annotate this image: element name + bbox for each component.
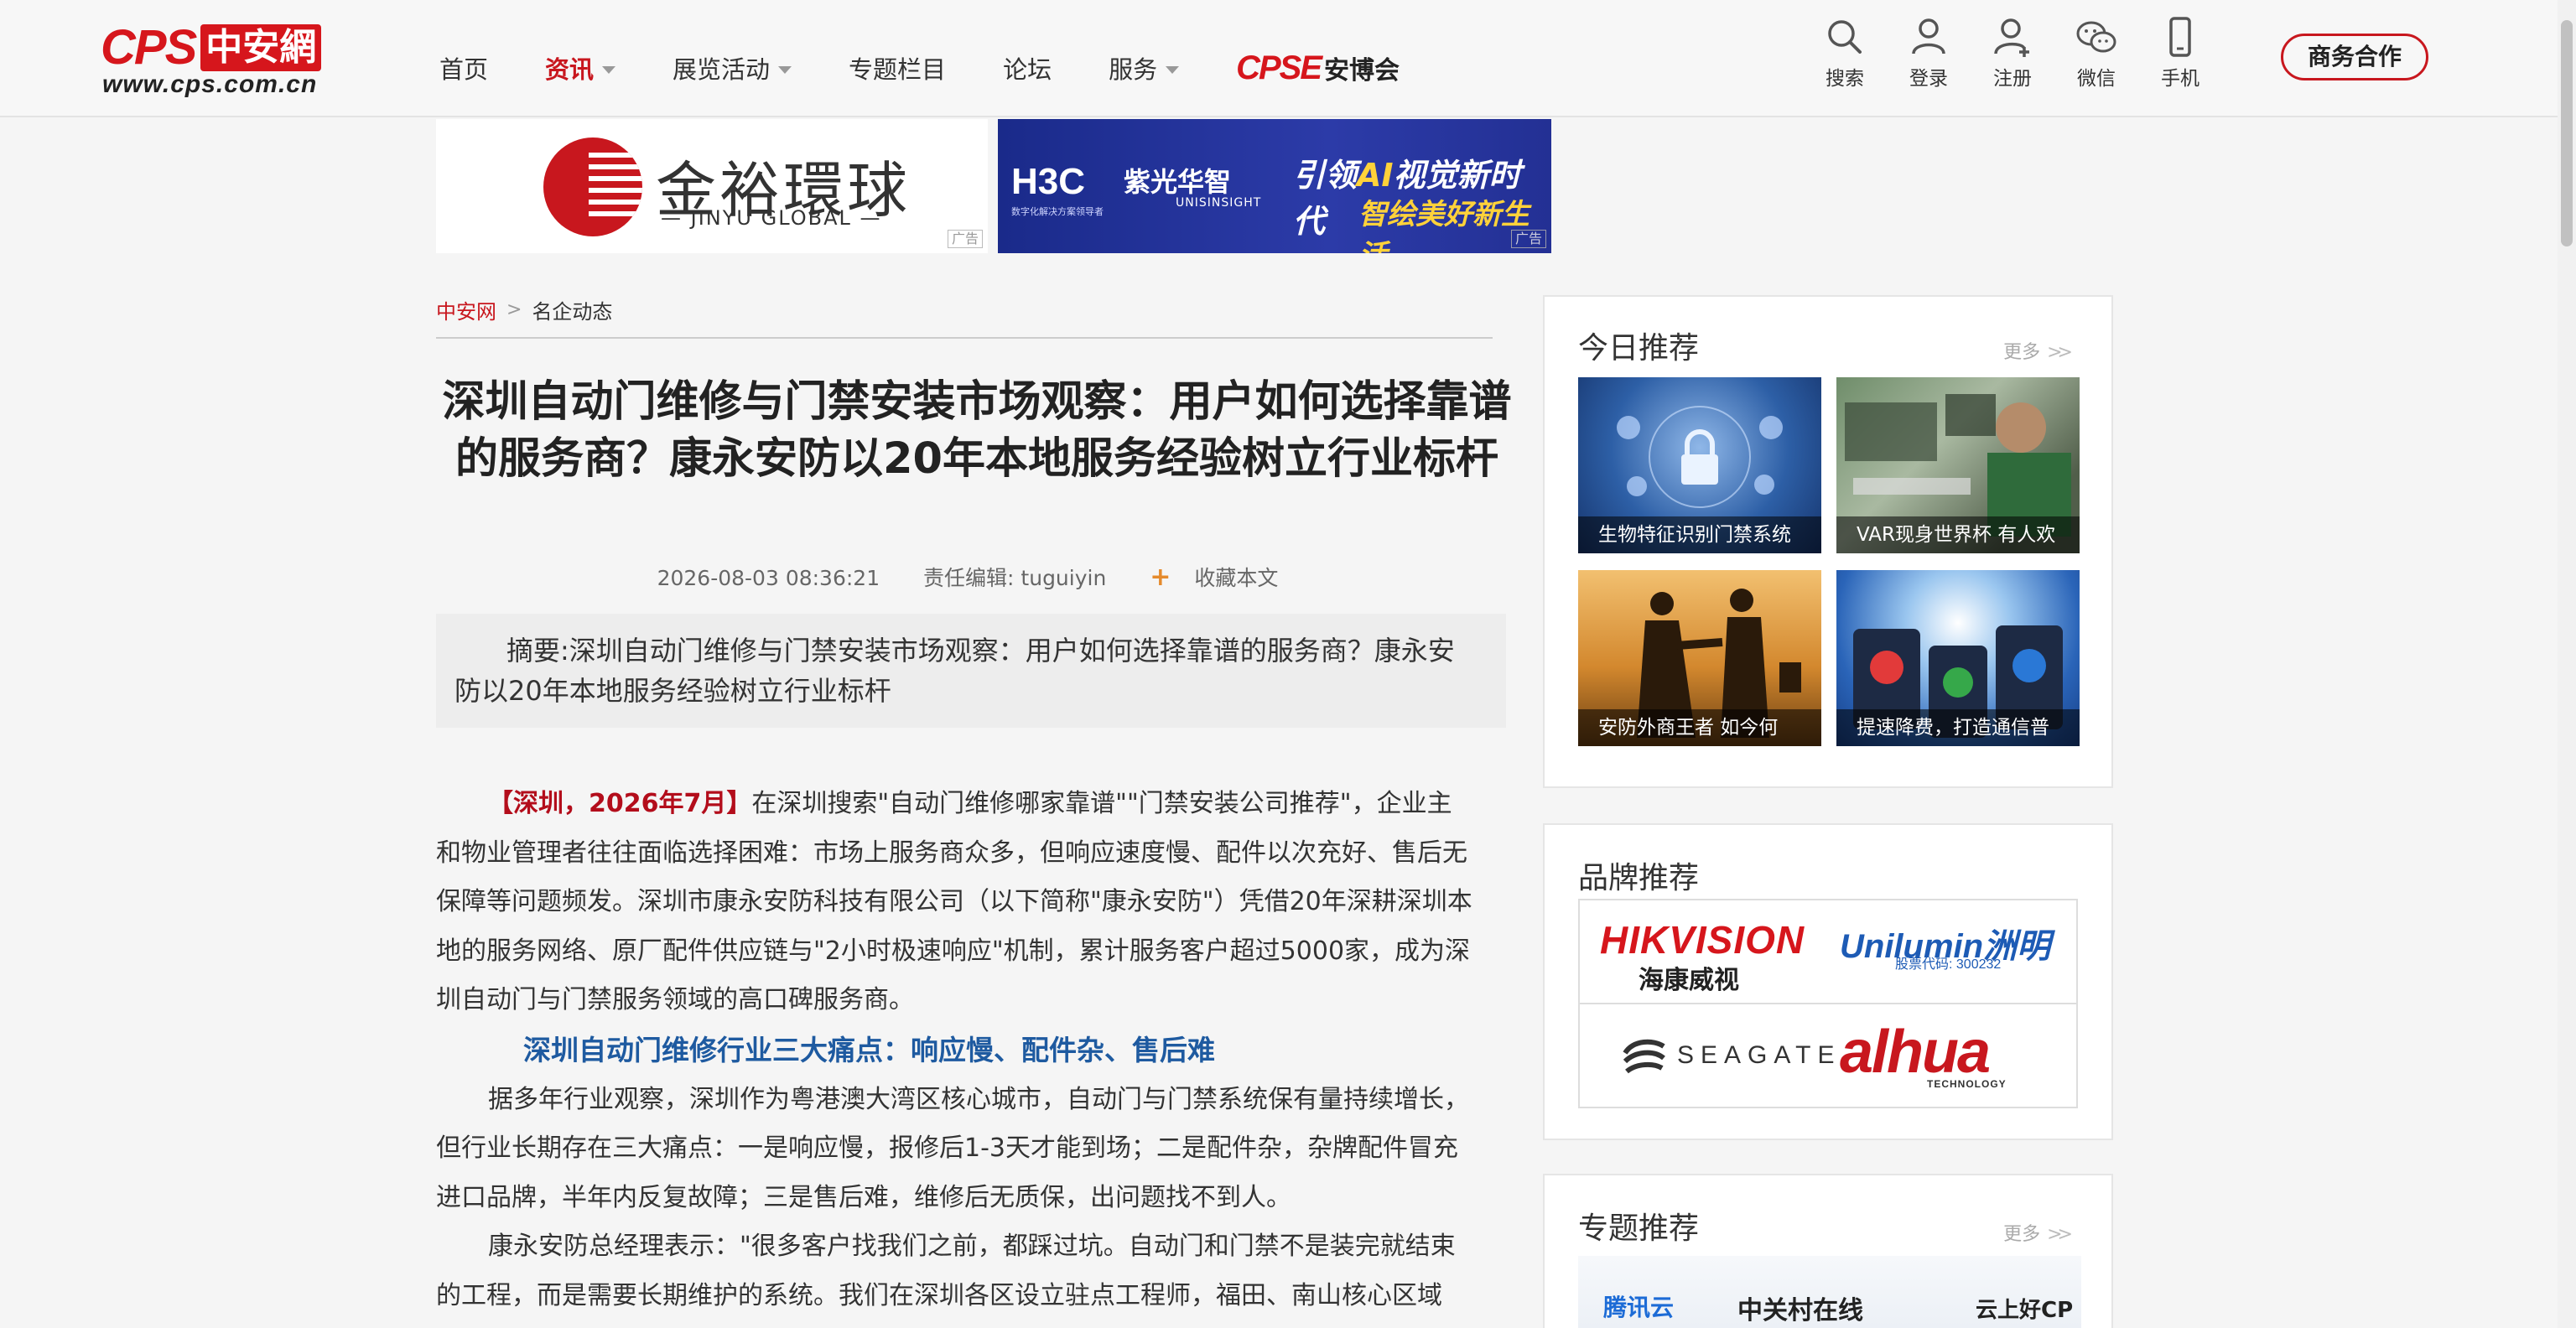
more-link[interactable]: 更多 >>	[2003, 337, 2073, 364]
tool-label: 搜索	[1826, 68, 1864, 90]
ad-banner-jinyu[interactable]: 金裕環球 — JINYU GLOBAL — 广告	[436, 119, 988, 253]
article-paragraph: 【深圳，2026年7月】在深圳搜索"自动门维修哪家靠谱""门禁安装公司推荐"，企…	[436, 789, 1472, 1014]
panel-title: 今日推荐	[1578, 331, 1700, 366]
brand-dahua-sub: TECHNOLOGY	[1927, 1078, 2007, 1090]
article-subheading: 深圳自动门维修行业三大痛点：响应慢、配件杂、售后难	[523, 1033, 1215, 1066]
page-scrollbar[interactable]	[2558, 0, 2576, 1328]
recommend-item[interactable]: 安防外商王者 如今何	[1578, 570, 1821, 746]
nav-forum[interactable]: 论坛	[1003, 50, 1052, 86]
ad-banner-h3c[interactable]: H3C 数字化解决方案领导者 紫光华智 UNISINSIGHT 引领AI视觉新时…	[998, 119, 1551, 253]
recommend-item[interactable]: 生物特征识别门禁系统	[1578, 377, 1821, 553]
tool-search[interactable]: 搜索	[1803, 15, 1887, 91]
seagate-logo-icon	[1623, 1039, 1665, 1074]
recommend-item[interactable]: 提速降费，打造通信普	[1836, 570, 2080, 746]
user-icon	[1912, 18, 1945, 54]
breadcrumb-current[interactable]: 名企动态	[532, 295, 612, 324]
article-summary: 摘要:深圳自动门维修与门禁安装市场观察：用户如何选择靠谱的服务商？康永安防以20…	[436, 614, 1506, 728]
topic-banner[interactable]: 腾讯云 中关村在线 云上好CP	[1578, 1256, 2081, 1328]
nav-home[interactable]: 首页	[439, 50, 488, 86]
h3c-sub: 数字化解决方案领导者	[1011, 206, 1104, 217]
tool-wechat[interactable]: 微信	[2054, 15, 2138, 91]
brand-unilumin-sub: 股票代码: 300232	[1895, 957, 2002, 972]
page: CPS 中安網 www.cps.com.cn 首页 资讯 展览活动 专题栏目 论…	[0, 0, 2576, 1328]
wechat-icon	[2076, 21, 2116, 53]
logo-cps: CPS	[101, 20, 197, 75]
search-icon	[1828, 20, 1862, 54]
more-link[interactable]: 更多 >>	[2003, 1219, 2073, 1246]
recommend-caption: VAR现身世界杯 有人欢	[1836, 516, 2080, 553]
article-title: 深圳自动门维修与门禁安装市场观察：用户如何选择靠谱的服务商？康永安防以20年本地…	[442, 377, 1512, 484]
today-recommend-panel: 今日推荐 更多 >> 生物特征识别门禁系统 VAR现身世界杯 有人欢 安防外商王者…	[1543, 295, 2113, 788]
brand-hikvision-cn: 海康威视	[1639, 967, 1739, 994]
jinyu-logo-icon	[543, 137, 642, 236]
ziguang-en: UNISINSIGHT	[1176, 196, 1262, 210]
tool-label: 登录	[1909, 68, 1948, 90]
plus-icon: +	[1150, 563, 1171, 592]
nav-services[interactable]: 服务	[1109, 50, 1180, 86]
tool-register[interactable]: 注册	[1971, 15, 2054, 91]
mobile-icon	[2169, 17, 2191, 57]
double-chevron-right-icon: >>	[2047, 342, 2073, 363]
recommend-item[interactable]: VAR现身世界杯 有人欢	[1836, 377, 2080, 553]
add-user-icon	[1994, 18, 2029, 57]
site-logo[interactable]: CPS 中安網 www.cps.com.cn	[101, 20, 369, 98]
logo-cn: 中安網	[200, 24, 322, 71]
tool-login[interactable]: 登录	[1887, 15, 1971, 91]
tool-label: 手机	[2161, 68, 2199, 90]
site-header: CPS 中安網 www.cps.com.cn 首页 资讯 展览活动 专题栏目 论…	[0, 0, 2558, 117]
nav-exhibitions[interactable]: 展览活动	[673, 50, 792, 86]
recommend-caption: 安防外商王者 如今何	[1578, 709, 1821, 746]
chevron-down-icon	[1166, 65, 1180, 74]
article-lead: 【深圳，2026年7月】	[488, 789, 752, 818]
divider	[1580, 1003, 2076, 1004]
double-chevron-right-icon: >>	[2047, 1224, 2073, 1245]
article-paragraph: 据多年行业观察，深圳作为粤港澳大湾区核心城市，自动门与门禁系统保有量持续增长，但…	[436, 1084, 1469, 1212]
divider	[436, 337, 1493, 339]
nav-cpse[interactable]: CPSE 安博会	[1236, 49, 1400, 87]
panel-title: 品牌推荐	[1578, 861, 1700, 895]
topic-banner-text: 云上好CP	[1976, 1298, 2074, 1323]
article-body: 【深圳，2026年7月】在深圳搜索"自动门维修哪家靠谱""门禁安装公司推荐"，企…	[436, 780, 1476, 1320]
topic-recommend-panel: 专题推荐 更多 >> 腾讯云 中关村在线 云上好CP	[1543, 1174, 2113, 1328]
logo-url: www.cps.com.cn	[102, 70, 318, 98]
brand-grid: HIKVISION 海康威视 Unilumin洲明 股票代码: 300232 S…	[1578, 899, 2078, 1108]
article-meta: 2026-08-03 08:36:21 责任编辑: tuguiyin + 收藏本文	[436, 562, 1518, 592]
business-cooperation-button[interactable]: 商务合作	[2281, 34, 2428, 80]
article-paragraph: 康永安防总经理表示："很多客户找我们之前，都踩过坑。自动门和门禁不是装完就结束的…	[436, 1232, 1456, 1310]
tool-label: 注册	[1993, 68, 2032, 90]
article-editor: 责任编辑: tuguiyin	[923, 566, 1107, 590]
nav-news[interactable]: 资讯	[545, 50, 616, 86]
tool-label: 微信	[2077, 68, 2116, 90]
article-date: 2026-08-03 08:36:21	[657, 566, 880, 590]
main-nav: 首页 资讯 展览活动 专题栏目 论坛 服务 CPSE 安博会	[439, 45, 1400, 91]
breadcrumb-home[interactable]: 中安网	[436, 295, 496, 324]
tool-mobile[interactable]: 手机	[2138, 15, 2222, 91]
brand-recommend-panel: 品牌推荐 HIKVISION 海康威视 Unilumin洲明 股票代码: 300…	[1543, 823, 2113, 1140]
recommend-caption: 生物特征识别门禁系统	[1578, 516, 1821, 553]
panel-title: 专题推荐	[1578, 1211, 1700, 1246]
ad-label: 广告	[947, 230, 983, 248]
cpse-logo: CPSE	[1236, 49, 1322, 86]
chevron-down-icon	[778, 65, 792, 74]
h3c-logo: H3C	[1011, 161, 1086, 202]
header-tools: 搜索 登录 注册 微信 手机	[1803, 15, 2222, 91]
breadcrumb: 中安网 > 名企动态	[436, 295, 612, 324]
jinyu-en: — JINYU GLOBAL —	[661, 206, 882, 230]
breadcrumb-separator: >	[506, 299, 522, 320]
chevron-down-icon	[602, 65, 616, 74]
ziguang-name: 紫光华智	[1124, 166, 1232, 198]
ad-label: 广告	[1510, 230, 1546, 248]
nav-topics[interactable]: 专题栏目	[849, 50, 946, 86]
brand-seagate[interactable]: SEAGATE	[1620, 1035, 1841, 1076]
brand-dahua[interactable]: alhua	[1840, 1018, 1991, 1087]
recommend-caption: 提速降费，打造通信普	[1836, 709, 2080, 746]
scrollbar-thumb[interactable]	[2561, 20, 2573, 246]
brand-hikvision[interactable]: HIKVISION	[1600, 917, 1805, 962]
cpse-label: 安博会	[1324, 56, 1400, 86]
topic-banner-text: 中关村在线	[1737, 1296, 1863, 1325]
topic-banner-text: 腾讯云	[1603, 1294, 1675, 1321]
favorite-button[interactable]: + 收藏本文	[1150, 563, 1296, 592]
logo-mark: CPS 中安網	[101, 20, 322, 75]
